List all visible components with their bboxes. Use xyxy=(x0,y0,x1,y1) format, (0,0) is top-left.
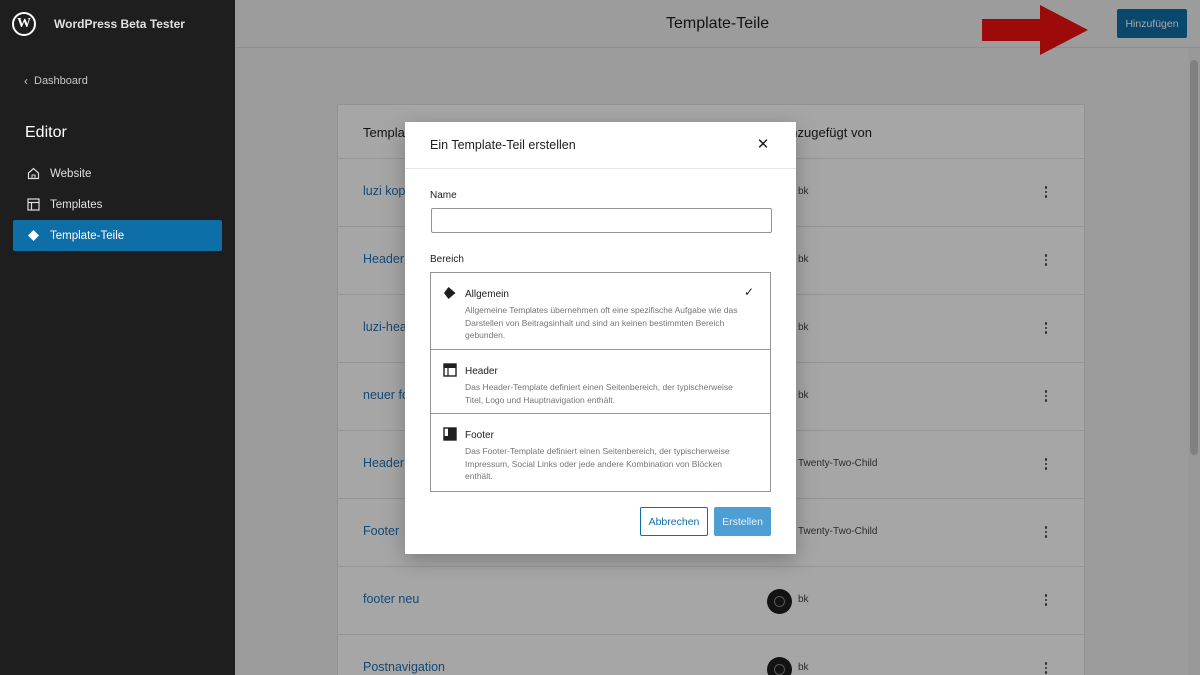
name-label: Name xyxy=(430,190,457,201)
sidebar-item-template-parts[interactable]: Template-Teile xyxy=(13,220,222,251)
header-layout-icon xyxy=(443,363,457,377)
area-radio-group: Allgemein Allgemeine Templates übernehme… xyxy=(430,272,771,492)
area-label: Bereich xyxy=(430,254,464,265)
sidebar: W WordPress Beta Tester ‹ Dashboard Edit… xyxy=(0,0,235,675)
symbol-filled-icon xyxy=(443,286,457,300)
sidebar-heading: Editor xyxy=(25,124,67,141)
name-input[interactable] xyxy=(431,208,772,233)
site-title: WordPress Beta Tester xyxy=(54,17,185,31)
area-option-description: Das Footer-Template definiert einen Seit… xyxy=(465,446,730,481)
sidebar-item-website[interactable]: Website xyxy=(13,158,222,189)
area-option-title: Allgemein xyxy=(465,289,509,300)
sidebar-item-templates[interactable]: Templates xyxy=(13,189,222,220)
area-option-title: Header xyxy=(465,366,498,377)
area-option-general[interactable]: Allgemein Allgemeine Templates übernehme… xyxy=(431,273,770,350)
chevron-left-icon: ‹ xyxy=(24,74,28,88)
home-icon xyxy=(27,167,40,180)
area-option-title: Footer xyxy=(465,430,494,441)
create-button[interactable]: Erstellen xyxy=(714,507,771,536)
footer-layout-icon xyxy=(443,427,457,441)
sidebar-item-label: Templates xyxy=(50,198,103,211)
wordpress-logo-icon[interactable]: W xyxy=(12,12,36,36)
cancel-button[interactable]: Abbrechen xyxy=(640,507,708,536)
back-to-dashboard-link[interactable]: ‹ Dashboard xyxy=(24,74,88,88)
sidebar-nav: Website Templates Template-Teile xyxy=(13,158,222,251)
layout-icon xyxy=(27,198,40,211)
create-template-part-dialog: Ein Template-Teil erstellen ✕ Name Berei… xyxy=(405,122,796,554)
area-option-header[interactable]: Header Das Header-Template definiert ein… xyxy=(431,350,770,414)
back-link-label: Dashboard xyxy=(34,75,88,87)
sidebar-item-label: Template-Teile xyxy=(50,229,125,242)
dialog-title: Ein Template-Teil erstellen xyxy=(430,138,576,152)
symbol-filled-icon xyxy=(27,229,40,242)
area-option-description: Allgemeine Templates übernehmen oft eine… xyxy=(465,305,738,340)
checkmark-icon: ✓ xyxy=(744,285,755,299)
sidebar-item-label: Website xyxy=(50,167,92,180)
area-option-footer[interactable]: Footer Das Footer-Template definiert ein… xyxy=(431,414,770,491)
dialog-header: Ein Template-Teil erstellen ✕ xyxy=(405,122,796,169)
area-option-description: Das Header-Template definiert einen Seit… xyxy=(465,382,733,405)
close-icon[interactable]: ✕ xyxy=(754,135,772,153)
